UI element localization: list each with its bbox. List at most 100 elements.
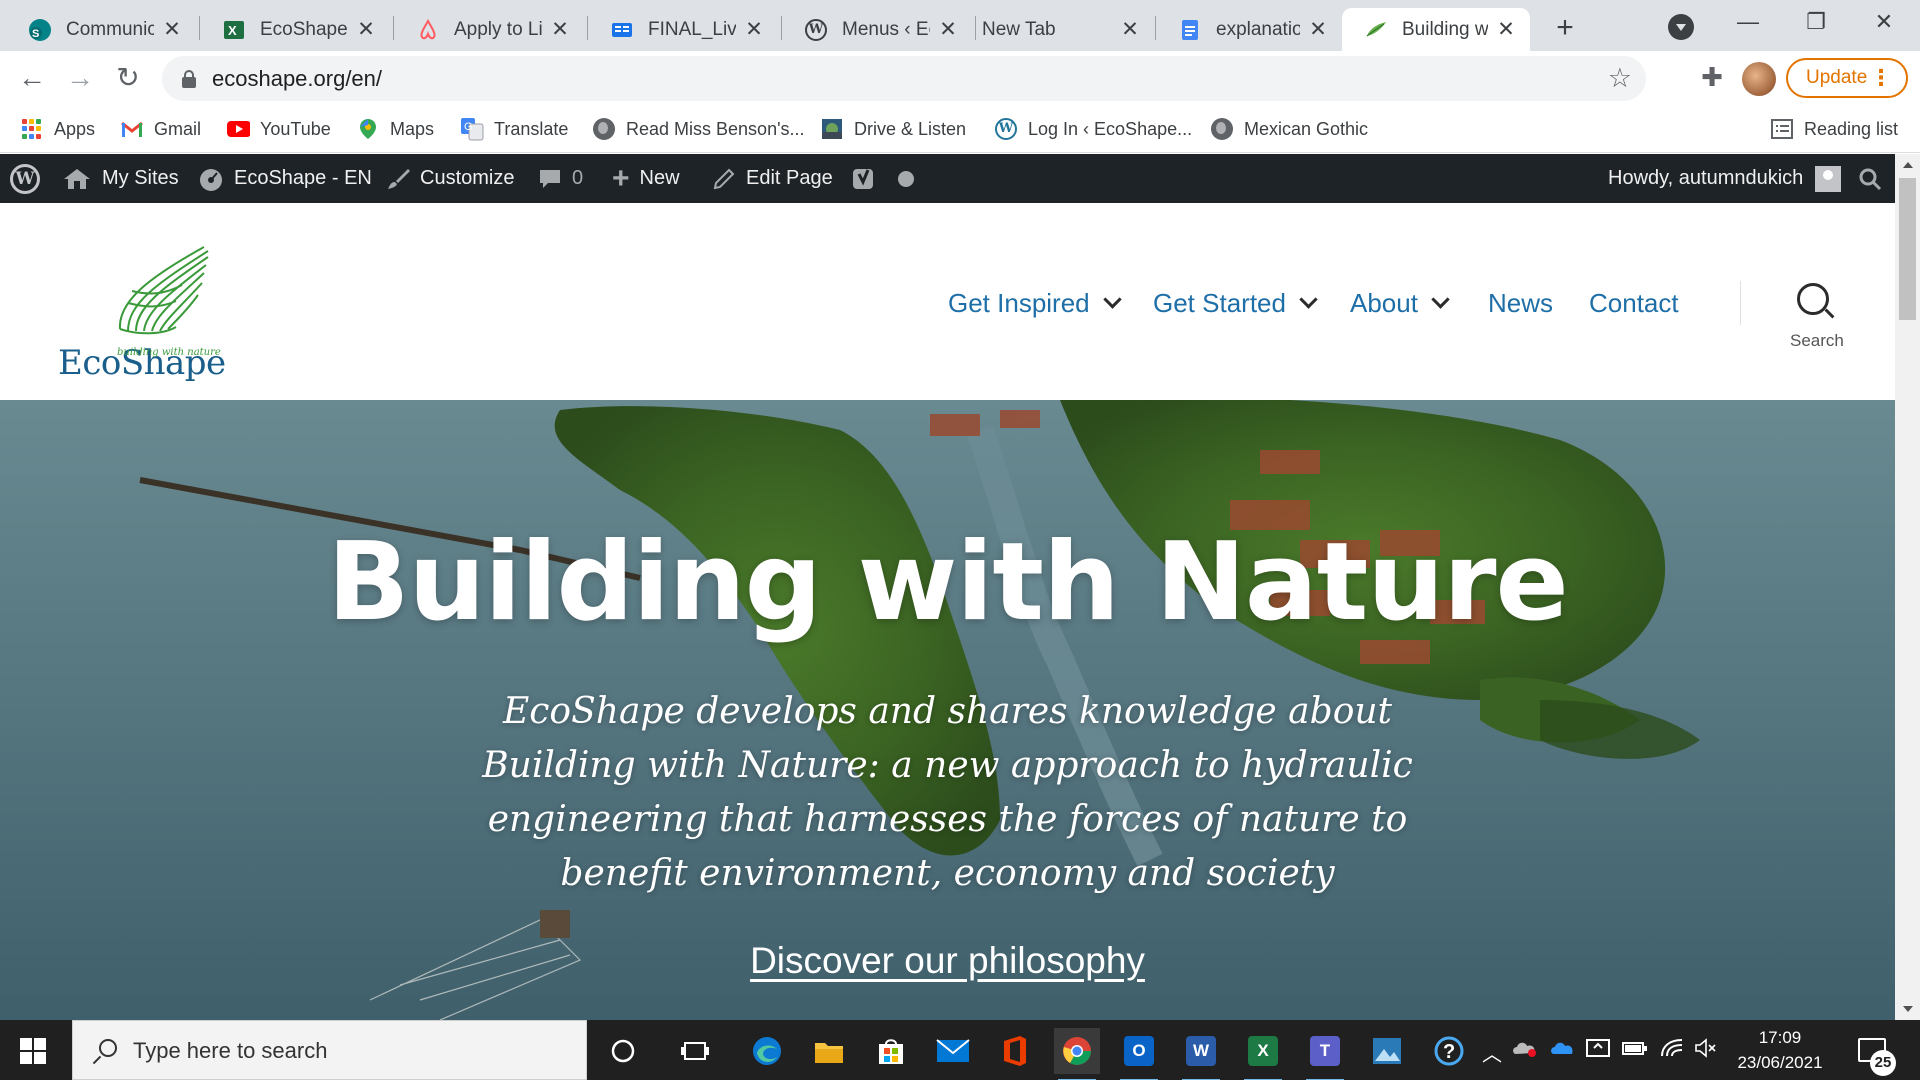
bookmark-maps[interactable]: Maps <box>356 113 434 145</box>
update-label: Update <box>1806 67 1868 88</box>
file-explorer-icon[interactable] <box>806 1028 852 1074</box>
site-name-menu[interactable]: EcoShape - EN <box>198 154 372 203</box>
search-label[interactable]: Search <box>1790 331 1844 351</box>
volume-muted-icon[interactable] <box>1694 1038 1718 1064</box>
tab-menus-wordpress[interactable]: W Menus ‹ Ec ✕ <box>782 8 972 51</box>
cortana-icon[interactable] <box>600 1028 646 1074</box>
help-icon[interactable]: ? <box>1426 1028 1472 1074</box>
minimize-icon[interactable]: — <box>1720 4 1776 40</box>
address-bar[interactable]: ecoshape.org/en/ ☆ <box>162 56 1646 101</box>
bookmark-mexican-gothic[interactable]: Mexican Gothic <box>1210 113 1368 145</box>
tab-ecoshape-excel[interactable]: X EcoShape 3 ✕ <box>200 8 390 51</box>
task-view-icon[interactable] <box>672 1028 718 1074</box>
tab-final-live[interactable]: FINAL_Live ✕ <box>588 8 778 51</box>
close-icon[interactable]: ✕ <box>744 19 764 40</box>
customize-link[interactable]: Customize <box>386 154 514 203</box>
hero-title: Building with Nature <box>327 520 1569 645</box>
close-icon[interactable]: ✕ <box>1496 19 1516 40</box>
close-icon[interactable]: ✕ <box>356 19 376 40</box>
new-tab-button[interactable]: + <box>1548 12 1582 46</box>
update-button[interactable]: Update ⋮ <box>1786 58 1908 98</box>
profile-avatar[interactable] <box>1742 62 1776 96</box>
teams-icon[interactable]: T <box>1302 1028 1348 1080</box>
tab-apply-to-live[interactable]: Apply to Liv ✕ <box>394 8 584 51</box>
microsoft-store-icon[interactable] <box>868 1028 914 1074</box>
office-icon[interactable] <box>992 1028 1038 1074</box>
bookmark-star-icon[interactable]: ☆ <box>1608 62 1632 94</box>
tab-new-tab[interactable]: New Tab ✕ <box>958 8 1154 51</box>
tab-communica[interactable]: S Communica ✕ <box>6 8 196 51</box>
my-account-menu[interactable]: Howdy, autumndukich <box>1608 154 1842 203</box>
plus-icon: + <box>612 161 630 195</box>
tab-explanation-doc[interactable]: explanation ✕ <box>1156 8 1342 51</box>
reading-list-button[interactable]: Reading list <box>1770 113 1898 145</box>
screen-icon[interactable] <box>1586 1038 1610 1064</box>
tab-search-button[interactable] <box>1668 14 1694 40</box>
page-scrollbar[interactable] <box>1895 154 1920 1020</box>
taskbar-search-box[interactable]: Type here to search <box>72 1020 587 1080</box>
bookmark-read-miss-benson[interactable]: Read Miss Benson's... <box>592 113 805 145</box>
hero-section: Building with Nature EcoShape develops a… <box>0 400 1895 1020</box>
reading-list-icon <box>1770 117 1794 141</box>
bookmark-apps[interactable]: Apps <box>20 113 95 145</box>
outlook-icon[interactable]: O <box>1116 1028 1162 1080</box>
logo-tagline: building with nature <box>117 347 221 358</box>
discover-philosophy-link[interactable]: Discover our philosophy <box>0 940 1895 982</box>
bookmark-login-ecoshape[interactable]: W Log In ‹ EcoShape... <box>994 113 1192 145</box>
bookmark-youtube[interactable]: YouTube <box>226 113 331 145</box>
photos-icon[interactable] <box>1364 1028 1410 1074</box>
system-clock[interactable]: 17:09 23/06/2021 <box>1720 1025 1840 1075</box>
forward-icon[interactable]: → <box>60 59 100 99</box>
bookmark-gmail[interactable]: Gmail <box>120 113 201 145</box>
yoast-seo-menu[interactable] <box>852 154 914 203</box>
new-content-menu[interactable]: + New <box>612 154 680 203</box>
tab-title: Building wi <box>1402 18 1488 40</box>
chevron-down-icon <box>1299 289 1318 309</box>
bookmark-label: Gmail <box>154 118 202 139</box>
close-icon[interactable]: ✕ <box>1308 19 1328 40</box>
my-sites-menu[interactable]: My Sites <box>62 154 179 203</box>
admin-search-button[interactable] <box>1858 154 1892 203</box>
chrome-icon[interactable] <box>1054 1028 1100 1080</box>
nav-label: Contact <box>1589 287 1679 318</box>
bookmark-drive-and-listen[interactable]: Drive & Listen <box>820 113 966 145</box>
back-icon[interactable]: ← <box>12 59 52 99</box>
bookmark-translate[interactable]: G Translate <box>460 113 568 145</box>
extensions-puzzle-icon[interactable]: ✚ <box>1696 61 1728 93</box>
nav-contact[interactable]: Contact <box>1589 278 1679 328</box>
scroll-thumb[interactable] <box>1899 178 1916 320</box>
onedrive-icon[interactable] <box>1550 1038 1576 1064</box>
battery-icon[interactable] <box>1622 1038 1648 1064</box>
wifi-icon[interactable] <box>1660 1038 1684 1064</box>
close-window-icon[interactable]: ✕ <box>1856 4 1912 40</box>
nav-get-started[interactable]: Get Started <box>1153 278 1318 328</box>
bookmark-label: Translate <box>494 118 569 139</box>
onedrive-error-icon[interactable] <box>1512 1038 1538 1064</box>
reload-icon[interactable]: ↻ <box>108 59 148 99</box>
edit-page-link[interactable]: Edit Page <box>712 154 833 203</box>
globe-icon <box>1210 117 1234 141</box>
yoast-icon <box>852 166 878 192</box>
tray-chevron-up-icon[interactable]: ︿ <box>1482 1038 1502 1067</box>
close-icon[interactable]: ✕ <box>162 19 182 40</box>
word-icon[interactable]: W <box>1178 1028 1224 1080</box>
nav-get-inspired[interactable]: Get Inspired <box>948 278 1122 328</box>
chevron-down-icon <box>1102 289 1122 309</box>
scroll-down-arrow-icon[interactable] <box>1903 1006 1913 1012</box>
close-icon[interactable]: ✕ <box>938 19 958 40</box>
ecoshape-logo[interactable]: EcoShape <box>58 243 228 383</box>
close-icon[interactable]: ✕ <box>550 19 570 40</box>
restore-icon[interactable]: ❐ <box>1788 4 1844 40</box>
close-icon[interactable]: ✕ <box>1120 19 1140 40</box>
scroll-up-arrow-icon[interactable] <box>1903 162 1913 168</box>
excel-icon[interactable]: X <box>1240 1028 1286 1080</box>
tab-building-with-nature[interactable]: Building wi ✕ <box>1342 8 1530 51</box>
wp-logo-menu[interactable]: W <box>10 154 40 203</box>
nav-news[interactable]: News <box>1488 278 1553 328</box>
search-icon[interactable] <box>1797 283 1835 319</box>
mail-icon[interactable] <box>930 1028 976 1074</box>
windows-start-icon[interactable] <box>20 1038 46 1064</box>
edge-icon[interactable] <box>744 1028 790 1074</box>
comments-link[interactable]: 0 <box>538 154 583 203</box>
nav-about[interactable]: About <box>1350 278 1450 328</box>
